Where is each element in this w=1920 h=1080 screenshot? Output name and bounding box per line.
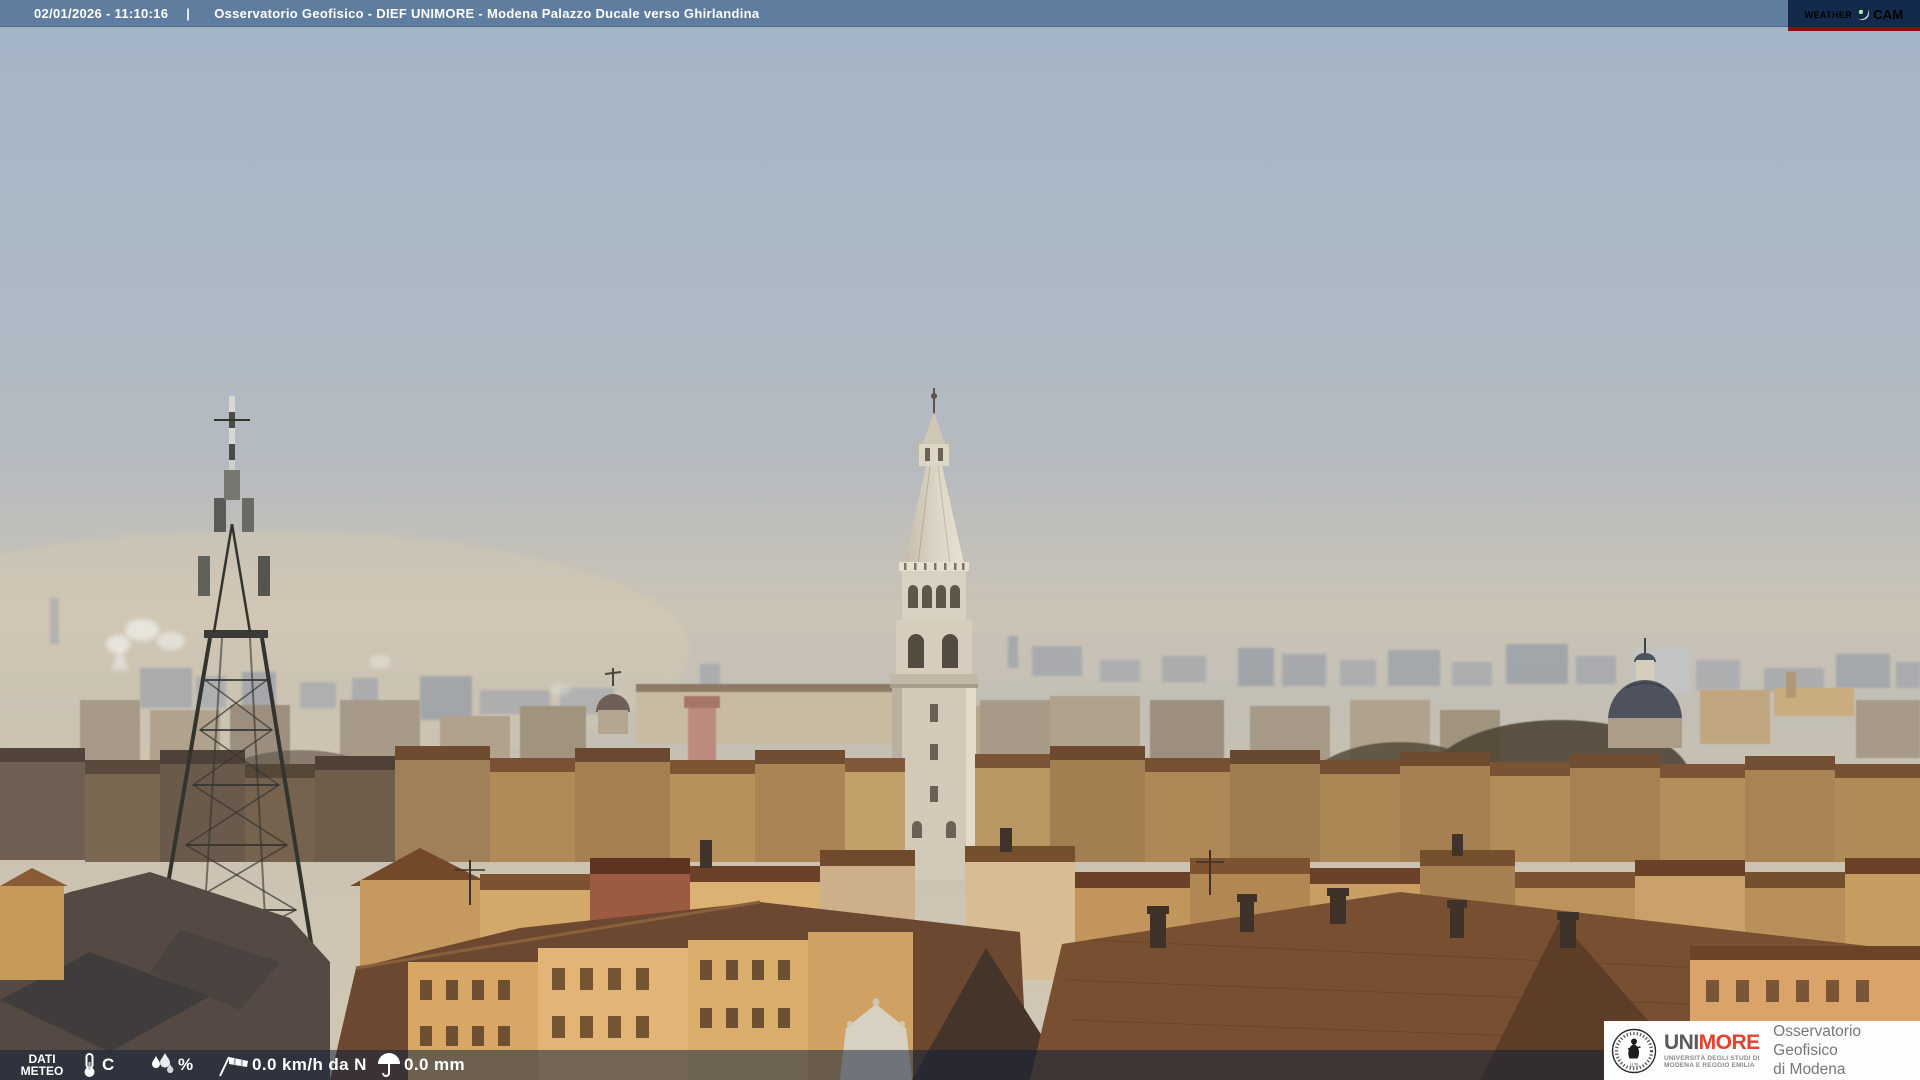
weathercam-cam-label: Cam [1873,3,1904,23]
brand-more: MORE [1698,1030,1761,1054]
windsock-icon [216,1050,250,1080]
thermometer-icon [78,1050,100,1080]
meteo-data-label: DATI METEO [20,1052,64,1078]
weathercam-weather-label: Weather [1804,6,1853,21]
page-title: Osservatorio Geofisico - DIEF UNIMORE - … [214,5,760,21]
camera-lens-icon [1856,7,1870,20]
unimore-banner: 1175 UNIMORE UNIVERSITÀ DEGLI STUDI DI M… [1604,1021,1920,1080]
humidity-value: % [178,1055,194,1074]
observatory-name: Osservatorio Geofisico di Modena [1773,1023,1862,1078]
rain-value: 0.0 mm [404,1055,465,1074]
header-bar: 02/01/2026 - 11:10:16 | Osservatorio Geo… [0,0,1920,27]
webcam-frame: 02/01/2026 - 11:10:16 | Osservatorio Geo… [0,0,1920,1080]
umbrella-icon [376,1050,402,1080]
webcam-photo [0,0,1920,1080]
droplets-icon [148,1050,176,1080]
svg-text:1175: 1175 [1629,1062,1639,1067]
unimore-brand: UNIMORE UNIVERSITÀ DEGLI STUDI DI MODENA… [1664,1030,1761,1069]
timestamp: 02/01/2026 - 11:10:16 [34,5,169,21]
unimore-seal-icon: 1175 [1611,1028,1657,1073]
wind-value: 0.0 km/h da N [252,1055,367,1074]
temperature-value: C [102,1055,115,1074]
weathercam-logo: Weather Cam [1788,0,1920,31]
brand-uni: UNI [1664,1030,1699,1054]
separator: | [186,5,191,21]
